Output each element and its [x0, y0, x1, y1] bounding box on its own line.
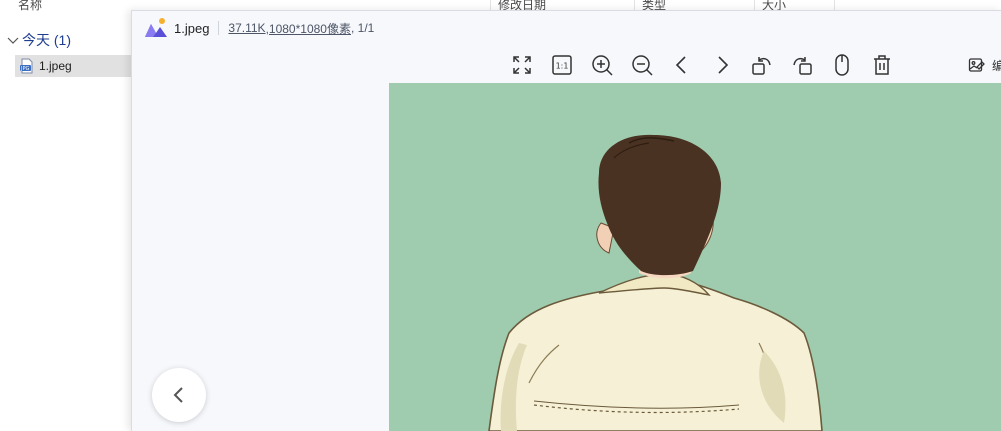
zoom-out-button[interactable]	[630, 53, 654, 77]
edit-image-icon	[968, 58, 985, 72]
group-header-today[interactable]: 今天 (1)	[6, 30, 71, 50]
rotate-right-button[interactable]	[790, 53, 814, 77]
mouse-icon	[835, 54, 849, 76]
file-name: 1.jpeg	[39, 59, 72, 73]
mouse-mode-button[interactable]	[830, 53, 854, 77]
title-page-count: , 1/1	[350, 21, 375, 35]
actual-size-label: 1:1	[556, 62, 569, 71]
image-canvas[interactable]	[132, 82, 1001, 431]
rotate-right-icon	[793, 57, 812, 75]
title-filename: 1.jpeg	[174, 20, 210, 36]
edit-label: 编	[992, 58, 1001, 73]
rotate-left-button[interactable]	[750, 53, 774, 77]
delete-icon	[874, 55, 890, 75]
viewer-titlebar: 1.jpeg 37.11K ,1080*1080像素 , 1/1	[132, 11, 1001, 45]
group-label: 今天 (1)	[22, 32, 71, 48]
image-viewer-window: 1.jpeg 37.11K ,1080*1080像素 , 1/1 1:1 编	[131, 10, 1001, 431]
fullscreen-icon	[513, 56, 531, 74]
column-name[interactable]: 名称	[18, 0, 42, 13]
jpeg-file-icon: JPG	[20, 58, 33, 74]
edit-button[interactable]: 编	[968, 56, 1001, 74]
next-icon	[718, 56, 729, 74]
zoom-out-icon	[632, 55, 653, 76]
actual-size-button[interactable]: 1:1	[550, 53, 574, 77]
viewer-toolbar: 1:1 编	[132, 51, 1001, 81]
title-filesize[interactable]: 37.11K	[228, 21, 265, 35]
next-image-button[interactable]	[710, 53, 734, 77]
previous-image-button[interactable]	[670, 53, 694, 77]
app-logo-icon	[145, 18, 167, 37]
fullscreen-button[interactable]	[510, 53, 534, 77]
zoom-in-icon	[592, 55, 613, 76]
displayed-image[interactable]	[389, 83, 1001, 431]
svg-text:JPG: JPG	[20, 66, 29, 72]
chevron-left-icon	[173, 387, 183, 403]
previous-icon	[675, 56, 686, 74]
rotate-left-icon	[752, 57, 771, 75]
previous-image-float-button[interactable]	[152, 368, 206, 422]
zoom-in-button[interactable]	[590, 53, 614, 77]
title-divider	[218, 21, 220, 35]
file-list-item[interactable]: JPG 1.jpeg	[15, 55, 133, 77]
actual-size-icon: 1:1	[552, 55, 572, 75]
chevron-down-icon[interactable]	[6, 33, 20, 47]
title-dimensions[interactable]: ,1080*1080像素	[266, 20, 351, 37]
delete-button[interactable]	[870, 53, 894, 77]
illustration-man-back	[389, 83, 1001, 431]
